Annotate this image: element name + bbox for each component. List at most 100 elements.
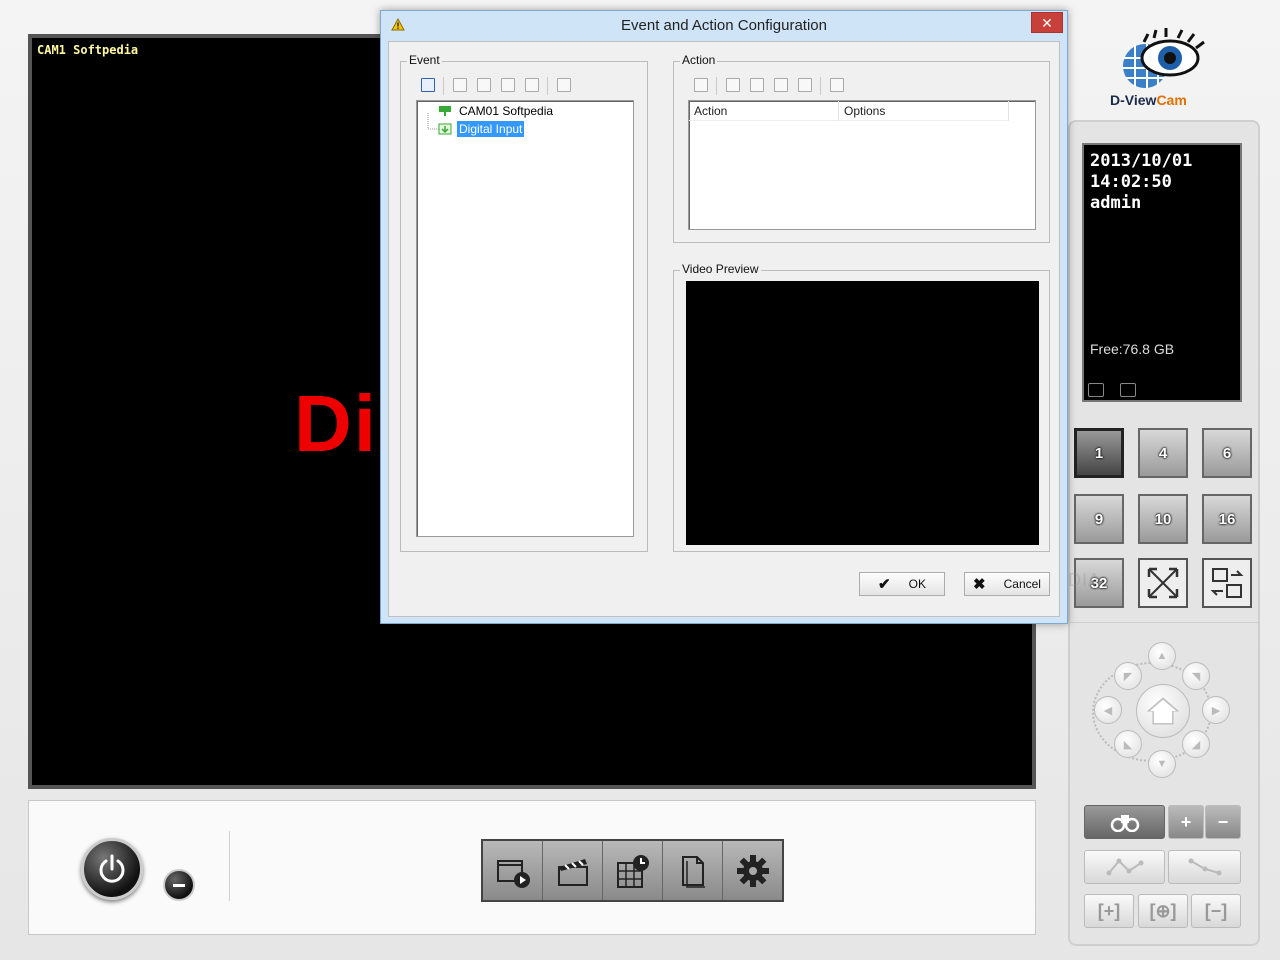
date-display: 2013/10/01 — [1090, 151, 1193, 171]
monitor-icon[interactable] — [1088, 383, 1104, 397]
layout-16-button[interactable]: 16 — [1202, 494, 1252, 544]
new-event-icon[interactable] — [421, 78, 435, 92]
arrow-down-left-icon: ◣ — [1123, 738, 1133, 751]
camera-label: CAM1 Softpedia — [37, 43, 139, 57]
ok-label: OK — [908, 577, 926, 591]
event-tree[interactable]: CAM01 Softpedia Digital Input — [416, 100, 634, 537]
layout-label: 6 — [1222, 444, 1232, 462]
layout-9-button[interactable]: 9 — [1074, 494, 1124, 544]
video-preview-label: Video Preview — [680, 262, 761, 276]
ptz-left-button[interactable]: ◀ — [1094, 696, 1122, 724]
arrow-down-icon: ▼ — [1156, 758, 1168, 770]
tree-item-digital-input[interactable]: Digital Input — [457, 121, 525, 137]
ptz-up-left-button[interactable]: ◤ — [1114, 662, 1142, 690]
x-icon: ✖ — [973, 576, 986, 593]
action-group: Action Action Options — [673, 53, 1050, 243]
minimize-button[interactable] — [163, 869, 195, 901]
arrow-up-icon: ▲ — [1156, 650, 1168, 662]
action-group-label: Action — [680, 53, 718, 67]
layout-10-button[interactable]: 10 — [1138, 494, 1188, 544]
checkmark-icon: ✔ — [878, 576, 891, 593]
paste-event-icon[interactable] — [501, 78, 515, 92]
layout-label: 1 — [1094, 444, 1104, 462]
clapboard-icon — [557, 858, 588, 886]
copy-action-icon[interactable] — [750, 78, 764, 92]
ptz-divider — [1068, 622, 1260, 623]
cancel-button[interactable]: ✖ Cancel — [964, 572, 1050, 596]
home-icon — [1146, 697, 1180, 725]
minus-icon: − — [1217, 811, 1229, 832]
layout-1-button[interactable]: 1 — [1074, 428, 1124, 478]
ptz-home-button[interactable] — [1136, 684, 1190, 738]
plus-icon: + — [1180, 811, 1192, 832]
swap-icon — [1210, 568, 1244, 598]
layout-label: 10 — [1154, 510, 1172, 528]
layout-label: 4 — [1158, 444, 1168, 462]
column-header-options[interactable]: Options — [839, 101, 1009, 121]
layout-4-button[interactable]: 4 — [1138, 428, 1188, 478]
preset-path-button[interactable] — [1084, 850, 1165, 884]
focus-auto-button[interactable]: [⊕] — [1138, 894, 1188, 928]
event-group-label: Event — [407, 53, 442, 67]
ptz-right-button[interactable]: ▶ — [1202, 696, 1230, 724]
toolbar-divider — [443, 77, 444, 95]
dialog-title: Event and Action Configuration — [621, 17, 827, 34]
focus-plus-icon: [+] — [1097, 900, 1121, 921]
playback-button[interactable] — [483, 841, 543, 900]
delete-event-icon[interactable] — [453, 78, 467, 92]
main-toolbar — [481, 839, 784, 902]
paste-all-event-icon[interactable] — [525, 78, 539, 92]
patrol-button[interactable] — [1084, 805, 1165, 839]
delete-action-icon[interactable] — [726, 78, 740, 92]
minus-icon — [173, 883, 185, 887]
video-overlay-text: Di — [294, 379, 378, 468]
zoom-in-button[interactable]: + — [1168, 805, 1204, 839]
arrow-up-left-icon: ◤ — [1123, 670, 1133, 683]
fullscreen-button[interactable] — [1138, 558, 1188, 608]
ok-button[interactable]: ✔ OK — [859, 572, 945, 596]
paste-action-icon[interactable] — [774, 78, 788, 92]
schedule-button[interactable] — [603, 841, 663, 900]
gear-icon — [736, 854, 769, 887]
expand-icon — [1147, 567, 1179, 599]
record-button[interactable] — [543, 841, 603, 900]
copy-event-icon[interactable] — [477, 78, 491, 92]
focus-target-icon: [⊕] — [1149, 900, 1177, 921]
new-action-icon[interactable] — [694, 78, 708, 92]
action-list[interactable]: Action Options — [688, 100, 1036, 230]
zoom-out-button[interactable]: − — [1205, 805, 1241, 839]
tree-item-camera[interactable]: CAM01 Softpedia — [457, 103, 555, 119]
divider — [229, 831, 230, 901]
column-header-action[interactable]: Action — [689, 101, 839, 121]
event-properties-icon[interactable] — [557, 78, 571, 92]
focus-far-button[interactable]: [−] — [1191, 894, 1241, 928]
arrow-up-right-icon: ◥ — [1191, 670, 1201, 683]
layout-6-button[interactable]: 6 — [1202, 428, 1252, 478]
status-display: 2013/10/01 14:02:50 admin Free:76.8 GB — [1082, 143, 1242, 402]
ptz-down-button[interactable]: ▼ — [1148, 750, 1176, 778]
close-button[interactable]: ✕ — [1031, 12, 1063, 33]
ptz-up-button[interactable]: ▲ — [1148, 642, 1176, 670]
video-preview-group: Video Preview — [673, 262, 1050, 552]
settings-button[interactable] — [723, 841, 782, 900]
speaker-icon[interactable] — [1120, 383, 1136, 397]
action-properties-icon[interactable] — [830, 78, 844, 92]
log-button[interactable] — [663, 841, 723, 900]
user-display: admin — [1090, 193, 1142, 213]
power-button[interactable] — [81, 838, 143, 900]
power-icon — [99, 854, 125, 883]
ptz-up-right-button[interactable]: ◥ — [1182, 662, 1210, 690]
dialog-body: Event CAM01 Softpedia Digital Input Acti… — [388, 41, 1060, 617]
video-preview — [686, 281, 1039, 545]
toolbar-divider — [547, 77, 548, 95]
binoculars-icon — [1110, 815, 1139, 832]
cycle-button[interactable] — [1202, 558, 1252, 608]
ptz-down-right-button[interactable]: ◢ — [1182, 730, 1210, 758]
document-icon — [681, 855, 705, 888]
preset-point-button[interactable] — [1168, 850, 1241, 884]
event-group: Event CAM01 Softpedia Digital Input — [400, 53, 648, 552]
focus-minus-icon: [−] — [1204, 900, 1228, 921]
paste-all-action-icon[interactable] — [798, 78, 812, 92]
ptz-down-left-button[interactable]: ◣ — [1114, 730, 1142, 758]
focus-near-button[interactable]: [+] — [1084, 894, 1134, 928]
